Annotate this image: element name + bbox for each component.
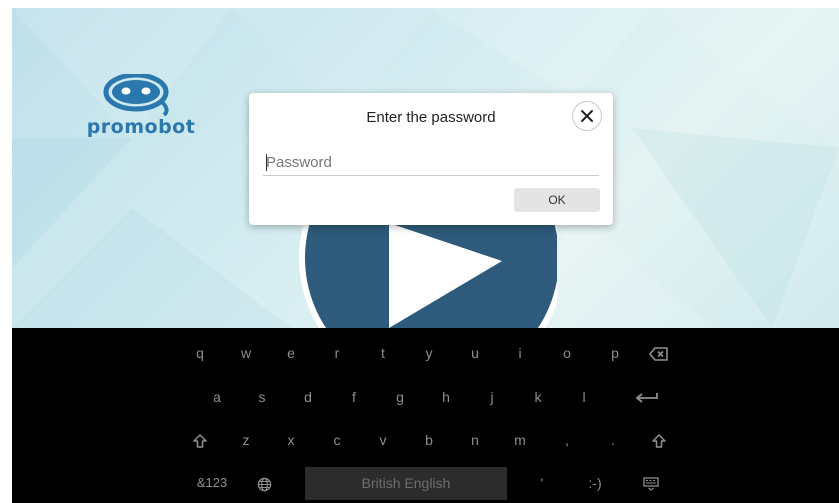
- promobot-logo: promobot: [76, 74, 206, 144]
- close-button[interactable]: [572, 101, 602, 131]
- onscreen-keyboard: q w e r t y u i o p a s d f g h j k l z …: [12, 328, 839, 503]
- key-t[interactable]: t: [365, 338, 401, 368]
- key-x[interactable]: x: [273, 425, 309, 455]
- key-m[interactable]: m: [502, 425, 538, 455]
- play-icon[interactable]: [297, 213, 557, 343]
- key-r[interactable]: r: [319, 338, 355, 368]
- key-f[interactable]: f: [336, 382, 372, 412]
- key-smiley[interactable]: :-): [577, 468, 613, 498]
- key-v[interactable]: v: [365, 425, 401, 455]
- key-b[interactable]: b: [411, 425, 447, 455]
- keyboard-row-1: q w e r t y u i o p: [12, 338, 839, 378]
- text-cursor: [266, 154, 267, 171]
- key-j[interactable]: j: [474, 382, 510, 412]
- key-o[interactable]: o: [549, 338, 585, 368]
- key-q[interactable]: q: [182, 338, 218, 368]
- password-field[interactable]: [263, 151, 599, 176]
- key-c[interactable]: c: [319, 425, 355, 455]
- key-y[interactable]: y: [411, 338, 447, 368]
- key-i[interactable]: i: [502, 338, 538, 368]
- key-w[interactable]: w: [228, 338, 264, 368]
- key-period[interactable]: .: [595, 425, 631, 455]
- key-comma[interactable]: ,: [549, 425, 585, 455]
- keyboard-row-2: a s d f g h j k l: [12, 382, 839, 422]
- key-shift-right[interactable]: [641, 425, 677, 455]
- key-s[interactable]: s: [244, 382, 280, 412]
- ok-button[interactable]: OK: [514, 188, 600, 212]
- password-dialog: Enter the password OK: [249, 93, 613, 225]
- keyboard-row-3: z x c v b n m , .: [12, 425, 839, 465]
- shift-icon: [193, 434, 207, 449]
- enter-icon: [635, 393, 658, 403]
- app-screen: promobot Enter the password OK q w e r t…: [12, 8, 839, 503]
- close-icon: [581, 110, 593, 122]
- shift-icon: [652, 434, 666, 449]
- key-g[interactable]: g: [382, 382, 418, 412]
- key-apostrophe[interactable]: ': [524, 468, 560, 498]
- robot-face-icon: [103, 74, 169, 116]
- password-input[interactable]: [263, 151, 596, 173]
- logo-text: promobot: [86, 116, 196, 138]
- key-h[interactable]: h: [428, 382, 464, 412]
- key-u[interactable]: u: [457, 338, 493, 368]
- key-n[interactable]: n: [457, 425, 493, 455]
- keyboard-hide-icon: [643, 477, 659, 492]
- backspace-icon: [649, 347, 668, 362]
- key-z[interactable]: z: [228, 425, 264, 455]
- key-e[interactable]: e: [273, 338, 309, 368]
- key-k[interactable]: k: [520, 382, 556, 412]
- key-a[interactable]: a: [199, 382, 235, 412]
- key-hide-keyboard[interactable]: [633, 468, 669, 498]
- key-p[interactable]: p: [597, 338, 633, 368]
- key-d[interactable]: d: [290, 382, 326, 412]
- key-l[interactable]: l: [566, 382, 602, 412]
- key-enter[interactable]: [629, 382, 665, 412]
- keyboard-row-4-right: ' :-): [12, 468, 839, 503]
- dialog-title: Enter the password: [366, 109, 496, 126]
- key-shift-left[interactable]: [182, 425, 218, 455]
- key-backspace[interactable]: [641, 338, 677, 368]
